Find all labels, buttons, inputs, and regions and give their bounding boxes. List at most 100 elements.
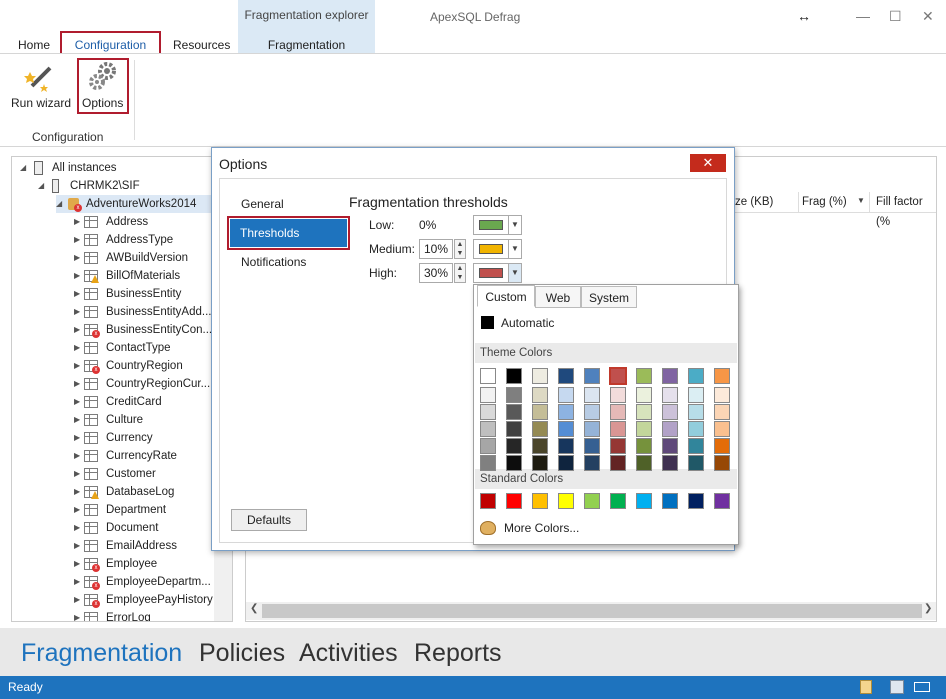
filter-dropdown-icon[interactable]: ▼ [857,196,865,205]
theme-shade-swatch[interactable] [584,387,600,403]
theme-color-swatch[interactable] [714,368,730,384]
instance-tree[interactable]: ◢ All instances ◢ CHRMK2\SIF ◢ x Adventu… [11,156,233,622]
standard-color-swatch[interactable] [584,493,600,509]
server-status-icon[interactable] [890,680,904,694]
theme-shade-swatch[interactable] [714,438,730,454]
expand-icon[interactable]: ▶ [74,609,80,621]
theme-shade-swatch[interactable] [636,404,652,420]
theme-shade-swatch[interactable] [506,438,522,454]
theme-shade-swatch[interactable] [636,438,652,454]
nav-notifications[interactable]: Notifications [241,255,306,269]
theme-shade-swatch[interactable] [558,404,574,420]
high-color-dropdown[interactable]: ▼ [508,263,522,283]
theme-shade-swatch[interactable] [532,421,548,437]
theme-shade-swatch[interactable] [558,438,574,454]
theme-shade-swatch[interactable] [688,387,704,403]
theme-shade-swatch[interactable] [558,421,574,437]
expand-icon[interactable]: ▶ [74,357,80,375]
expand-icon[interactable]: ▶ [74,501,80,519]
defaults-button[interactable]: Defaults [231,509,307,531]
theme-shade-swatch[interactable] [506,387,522,403]
theme-color-swatch[interactable] [558,368,574,384]
automatic-swatch[interactable] [481,316,494,329]
minimize-button[interactable]: — [856,8,870,24]
standard-color-swatch[interactable] [506,493,522,509]
expand-icon[interactable]: ▶ [74,213,80,231]
theme-color-swatch[interactable] [662,368,678,384]
medium-color-dropdown[interactable]: ▼ [508,239,522,259]
tab-resources[interactable]: Resources [173,38,230,52]
expand-icon[interactable]: ▶ [74,339,80,357]
nav-activities[interactable]: Activities [299,639,398,668]
low-color-dropdown[interactable]: ▼ [508,215,522,235]
standard-color-swatch[interactable] [532,493,548,509]
expand-icon[interactable]: ▶ [74,429,80,447]
nav-policies[interactable]: Policies [199,639,285,668]
scroll-right-icon[interactable]: ❯ [924,603,932,614]
theme-shade-swatch[interactable] [610,455,626,471]
standard-color-swatch[interactable] [558,493,574,509]
theme-shade-swatch[interactable] [506,421,522,437]
theme-shade-swatch[interactable] [584,438,600,454]
popup-tab-custom[interactable]: Custom [477,285,535,307]
automatic-option[interactable]: Automatic [501,316,554,330]
theme-color-swatch[interactable] [688,368,704,384]
expand-icon[interactable]: ▶ [74,573,80,591]
theme-color-swatch[interactable] [584,368,600,384]
standard-color-swatch[interactable] [662,493,678,509]
theme-shade-swatch[interactable] [480,404,496,420]
medium-value-input[interactable]: 10% [419,239,453,259]
theme-shade-swatch[interactable] [532,404,548,420]
theme-shade-swatch[interactable] [714,455,730,471]
more-colors-option[interactable]: More Colors... [504,521,579,535]
tree-database[interactable]: ◢ x AdventureWorks2014 [56,195,232,213]
theme-shade-swatch[interactable] [688,404,704,420]
theme-shade-swatch[interactable] [532,438,548,454]
collapse-icon[interactable]: ◢ [38,177,44,195]
expand-icon[interactable]: ▶ [74,231,80,249]
theme-shade-swatch[interactable] [610,404,626,420]
expand-icon[interactable]: ▶ [74,447,80,465]
theme-color-swatch[interactable] [532,368,548,384]
options-button[interactable]: Options [82,96,123,110]
theme-shade-swatch[interactable] [584,421,600,437]
nav-fragmentation[interactable]: Fragmentation [21,639,182,668]
popup-tab-web[interactable]: Web [535,286,581,308]
theme-shade-swatch[interactable] [558,455,574,471]
theme-shade-swatch[interactable] [636,421,652,437]
standard-color-swatch[interactable] [480,493,496,509]
theme-shade-swatch[interactable] [662,387,678,403]
theme-shade-swatch[interactable] [688,421,704,437]
expand-icon[interactable]: ▶ [74,267,80,285]
medium-color-picker[interactable] [473,239,509,259]
screen-icon[interactable] [914,682,930,692]
theme-shade-swatch[interactable] [714,404,730,420]
standard-color-swatch[interactable] [636,493,652,509]
expand-icon[interactable]: ▶ [74,285,80,303]
theme-shade-swatch[interactable] [480,455,496,471]
expand-icon[interactable]: ▶ [74,483,80,501]
theme-shade-swatch[interactable] [610,387,626,403]
high-value-input[interactable]: 30% [419,263,453,283]
nav-thresholds[interactable]: Thresholds [230,219,347,247]
theme-shade-swatch[interactable] [636,455,652,471]
nav-general[interactable]: General [241,197,284,211]
expand-icon[interactable]: ▶ [74,591,80,609]
theme-shade-swatch[interactable] [662,404,678,420]
column-header-size[interactable]: ze (KB) [735,192,799,212]
expand-icon[interactable]: ▶ [74,411,80,429]
standard-color-swatch[interactable] [688,493,704,509]
expand-icon[interactable]: ▶ [74,393,80,411]
theme-color-swatch[interactable] [609,367,627,385]
theme-shade-swatch[interactable] [662,421,678,437]
theme-shade-swatch[interactable] [584,404,600,420]
resize-icon[interactable]: ↔ [797,8,811,24]
theme-shade-swatch[interactable] [610,438,626,454]
expand-icon[interactable]: ▶ [74,375,80,393]
standard-color-swatch[interactable] [610,493,626,509]
expand-icon[interactable]: ▶ [74,555,80,573]
tab-configuration[interactable]: Configuration [60,38,161,52]
high-color-picker[interactable] [473,263,509,283]
column-header-fill-factor[interactable]: Fill factor (% [873,192,937,228]
dialog-close-button[interactable]: ✕ [690,154,726,172]
